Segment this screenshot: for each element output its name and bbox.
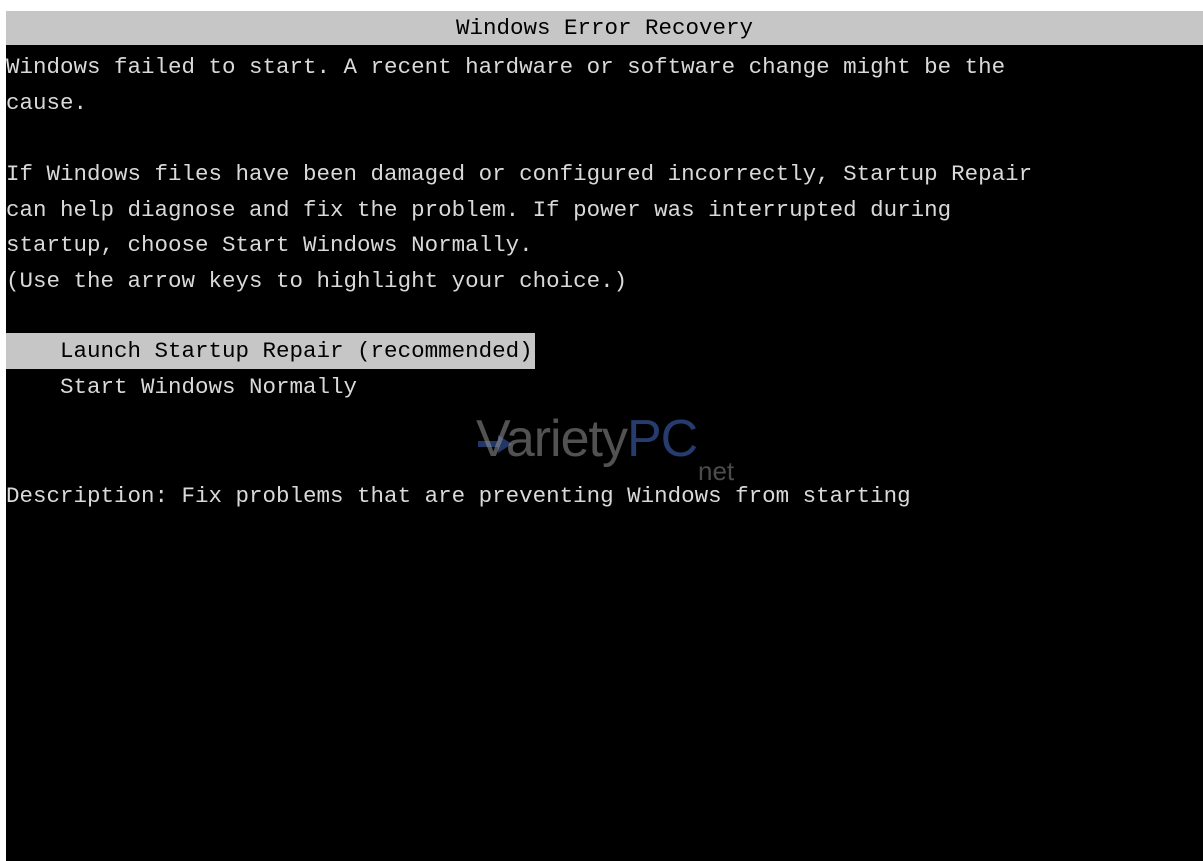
watermark-brand-part1: Variety bbox=[476, 410, 628, 468]
window-title: Windows Error Recovery bbox=[6, 11, 1203, 45]
menu-item-label: Start Windows Normally bbox=[6, 374, 358, 400]
arrow-icon bbox=[478, 435, 512, 453]
message-line-4: can help diagnose and fix the problem. I… bbox=[6, 197, 952, 223]
message-line-1: Windows failed to start. A recent hardwa… bbox=[6, 54, 1006, 80]
boot-options-menu: Launch Startup Repair (recommended) Star… bbox=[6, 333, 535, 405]
menu-item-start-windows-normally[interactable]: Start Windows Normally bbox=[6, 369, 535, 405]
error-recovery-screen: Windows Error Recovery Windows failed to… bbox=[6, 11, 1203, 861]
message-line-2: cause. bbox=[6, 90, 88, 116]
watermark-brand-part2: PC bbox=[626, 410, 698, 468]
message-line-5: startup, choose Start Windows Normally. bbox=[6, 232, 533, 258]
menu-item-launch-startup-repair[interactable]: Launch Startup Repair (recommended) bbox=[6, 333, 535, 369]
menu-item-label: Launch Startup Repair (recommended) bbox=[6, 333, 535, 369]
description-text: Description: Fix problems that are preve… bbox=[6, 483, 911, 509]
message-line-3: If Windows files have been damaged or co… bbox=[6, 161, 1033, 187]
watermark-brand: VarietyPC bbox=[476, 409, 698, 469]
instruction-line: (Use the arrow keys to highlight your ch… bbox=[6, 268, 628, 294]
